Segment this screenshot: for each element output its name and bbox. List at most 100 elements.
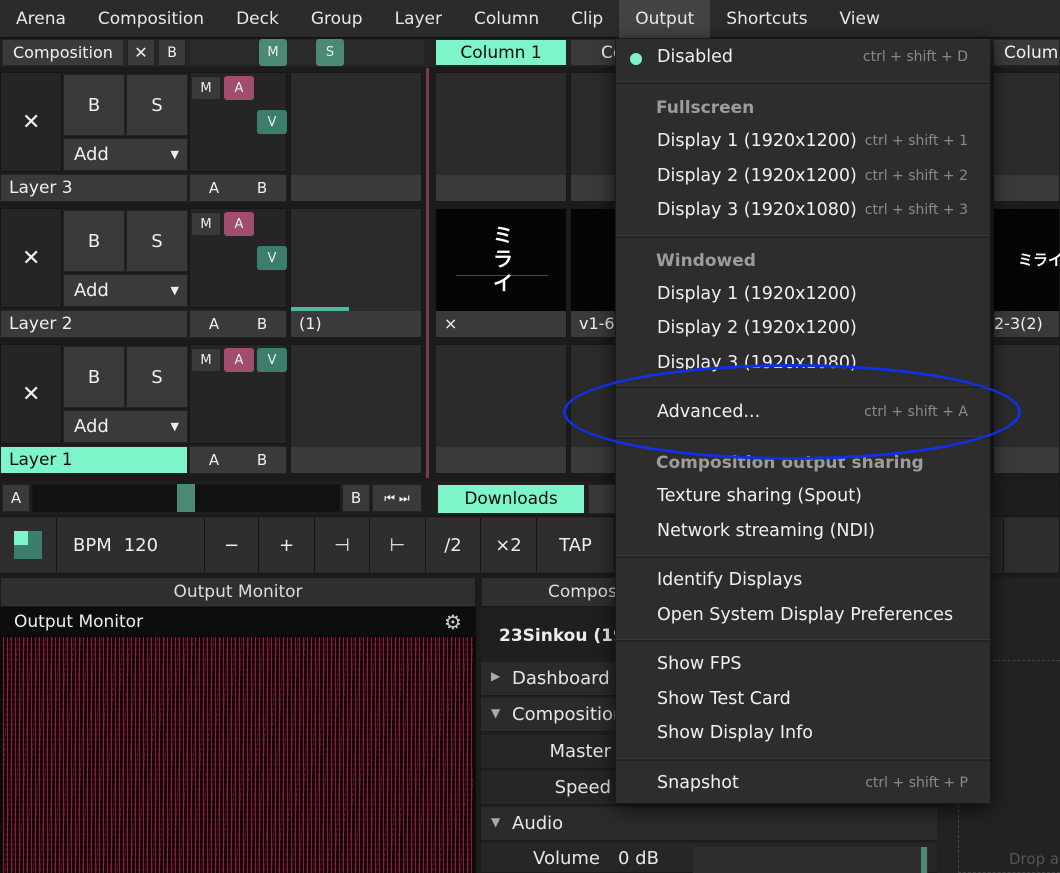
layer3-a-chip[interactable]: A xyxy=(224,76,254,100)
bpm-display[interactable]: BPM 120 xyxy=(57,518,205,572)
column-1-button[interactable]: Column 1 xyxy=(435,39,567,66)
layer3-solo-button[interactable]: S xyxy=(126,74,188,136)
menu-item-fullscreen-display-1[interactable]: Display 1 (1920x1200) xyxy=(657,131,857,151)
layer1-clip-slot-2[interactable] xyxy=(570,344,618,474)
layer2-clip-slot-2[interactable]: v1-60 xyxy=(570,208,618,338)
nudge-forward-button[interactable]: ⊢ xyxy=(370,518,426,572)
layer2-clip-slot-1[interactable]: ミライ × xyxy=(435,208,567,338)
clock-icon[interactable] xyxy=(0,518,57,572)
layer3-close-button[interactable]: ✕ xyxy=(22,110,40,135)
layer2-clip-slot-0[interactable]: (1) xyxy=(290,208,422,338)
menu-item-open-display-prefs[interactable]: Open System Display Preferences xyxy=(657,605,953,625)
layer1-m-chip[interactable]: M xyxy=(191,348,221,372)
menu-item-disabled[interactable]: Disabled xyxy=(657,47,733,67)
layer2-bypass-button[interactable]: B xyxy=(63,210,125,272)
layer1-clip-slot-1[interactable] xyxy=(435,344,567,474)
crossfader-a-button[interactable]: A xyxy=(2,484,30,512)
crossfader-b-button[interactable]: B xyxy=(342,484,370,512)
bpm-half-button[interactable]: /2 xyxy=(426,518,481,572)
layer2-a-chip[interactable]: A xyxy=(224,212,254,236)
menu-item-windowed-display-1[interactable]: Display 1 (1920x1200) xyxy=(657,284,857,304)
layer1-solo-button[interactable]: S xyxy=(126,346,188,408)
layer3-add-dropdown[interactable]: Add ▼ xyxy=(63,138,188,171)
menu-separator xyxy=(616,436,990,439)
menu-deck[interactable]: Deck xyxy=(220,0,295,38)
layer1-clip-slot-0[interactable] xyxy=(290,344,422,474)
composition-close-button[interactable]: ✕ xyxy=(127,39,155,66)
composition-m-button[interactable]: M xyxy=(259,39,287,66)
layer1-name[interactable]: Layer 1 xyxy=(0,446,188,474)
menu-item-fullscreen-display-2[interactable]: Display 2 (1920x1200) xyxy=(657,166,857,186)
layer3-clip-slot-1[interactable] xyxy=(435,72,567,202)
layer2-clip-slot-5[interactable]: ミライ 2-3(2) xyxy=(993,208,1060,338)
volume-slider-handle[interactable] xyxy=(921,847,927,873)
layer3-v-chip[interactable]: V xyxy=(257,110,287,134)
menu-column[interactable]: Column xyxy=(458,0,555,38)
layer2-a-button[interactable]: A xyxy=(209,315,219,333)
bpm-double-button[interactable]: ×2 xyxy=(481,518,537,572)
tap-button[interactable]: TAP xyxy=(537,518,615,572)
menu-item-windowed-display-2[interactable]: Display 2 (1920x1200) xyxy=(657,318,857,338)
menu-item-texture-sharing[interactable]: Texture sharing (Spout) xyxy=(657,486,862,506)
menu-arena[interactable]: Arena xyxy=(0,0,82,38)
crossfader-handle[interactable] xyxy=(177,484,195,512)
composition-s-button[interactable]: S xyxy=(316,39,344,66)
deck-tab-downloads[interactable]: Downloads xyxy=(437,484,585,514)
menu-item-show-fps[interactable]: Show FPS xyxy=(657,654,742,674)
output-monitor-panel-header[interactable]: Output Monitor xyxy=(0,577,476,607)
menu-output[interactable]: Output xyxy=(619,0,711,38)
transport-extra-button[interactable] xyxy=(1003,518,1060,572)
composition-name[interactable]: Composition xyxy=(2,39,124,66)
layer2-add-dropdown[interactable]: Add ▼ xyxy=(63,274,188,307)
layer3-clip-slot-2[interactable] xyxy=(570,72,618,202)
menu-item-network-streaming[interactable]: Network streaming (NDI) xyxy=(657,521,875,541)
menu-group[interactable]: Group xyxy=(295,0,379,38)
audio-row[interactable]: ▼ Audio xyxy=(481,807,937,841)
volume-slider[interactable] xyxy=(693,847,928,873)
menu-item-fullscreen-display-3[interactable]: Display 3 (1920x1080) xyxy=(657,200,857,220)
layer3-clip-slot-0[interactable] xyxy=(290,72,422,202)
deck-nav-buttons[interactable]: ⏮ ⏭ xyxy=(372,484,422,512)
layer1-clip-slot-5[interactable] xyxy=(993,344,1060,474)
layer2-close-button[interactable]: ✕ xyxy=(22,246,40,271)
layer1-bypass-button[interactable]: B xyxy=(63,346,125,408)
bpm-plus-button[interactable]: + xyxy=(259,518,315,572)
layer2-b-button[interactable]: B xyxy=(257,315,267,333)
layer2-name[interactable]: Layer 2 xyxy=(0,310,188,338)
layer3-a-button[interactable]: A xyxy=(209,179,219,197)
menu-item-show-display-info[interactable]: Show Display Info xyxy=(657,723,813,743)
menu-view[interactable]: View xyxy=(824,0,896,38)
menu-composition[interactable]: Composition xyxy=(82,0,220,38)
volume-value[interactable]: 0 dB xyxy=(618,848,659,869)
layer1-add-dropdown[interactable]: Add ▼ xyxy=(63,410,188,443)
menu-item-windowed-display-3[interactable]: Display 3 (1920x1080) xyxy=(657,353,857,372)
layer1-a-button[interactable]: A xyxy=(209,451,219,469)
layer2-m-chip[interactable]: M xyxy=(191,212,221,236)
layer1-v-chip[interactable]: V xyxy=(257,348,287,372)
nudge-back-button[interactable]: ⊣ xyxy=(315,518,370,572)
menu-item-identify-displays[interactable]: Identify Displays xyxy=(657,570,802,590)
menu-item-show-test-card[interactable]: Show Test Card xyxy=(657,689,791,709)
column-5-button[interactable]: Colum xyxy=(993,39,1060,66)
layer3-name[interactable]: Layer 3 xyxy=(0,174,188,202)
layer3-b-button[interactable]: B xyxy=(257,179,267,197)
layer1-b-button[interactable]: B xyxy=(257,451,267,469)
bpm-minus-button[interactable]: − xyxy=(205,518,259,572)
layer3-m-chip[interactable]: M xyxy=(191,76,221,100)
bpm-value[interactable]: 120 xyxy=(124,535,158,556)
layer3-clip-slot-5[interactable] xyxy=(993,72,1060,202)
gear-icon[interactable]: ⚙ xyxy=(444,610,462,634)
layer3-bypass-button[interactable]: B xyxy=(63,74,125,136)
menu-shortcuts[interactable]: Shortcuts xyxy=(710,0,823,38)
menu-item-snapshot[interactable]: Snapshot xyxy=(657,773,739,793)
layer1-a-chip[interactable]: A xyxy=(224,348,254,372)
layer2-solo-button[interactable]: S xyxy=(126,210,188,272)
layer2-v-chip[interactable]: V xyxy=(257,246,287,270)
column-2-button[interactable]: Co xyxy=(570,39,618,66)
composition-bypass-button[interactable]: B xyxy=(158,39,186,66)
menu-clip[interactable]: Clip xyxy=(555,0,619,38)
layer1-close-button[interactable]: ✕ xyxy=(22,382,40,407)
menu-item-advanced[interactable]: Advanced... xyxy=(657,402,760,422)
deck-tab-next[interactable] xyxy=(588,484,618,514)
menu-layer[interactable]: Layer xyxy=(379,0,458,38)
